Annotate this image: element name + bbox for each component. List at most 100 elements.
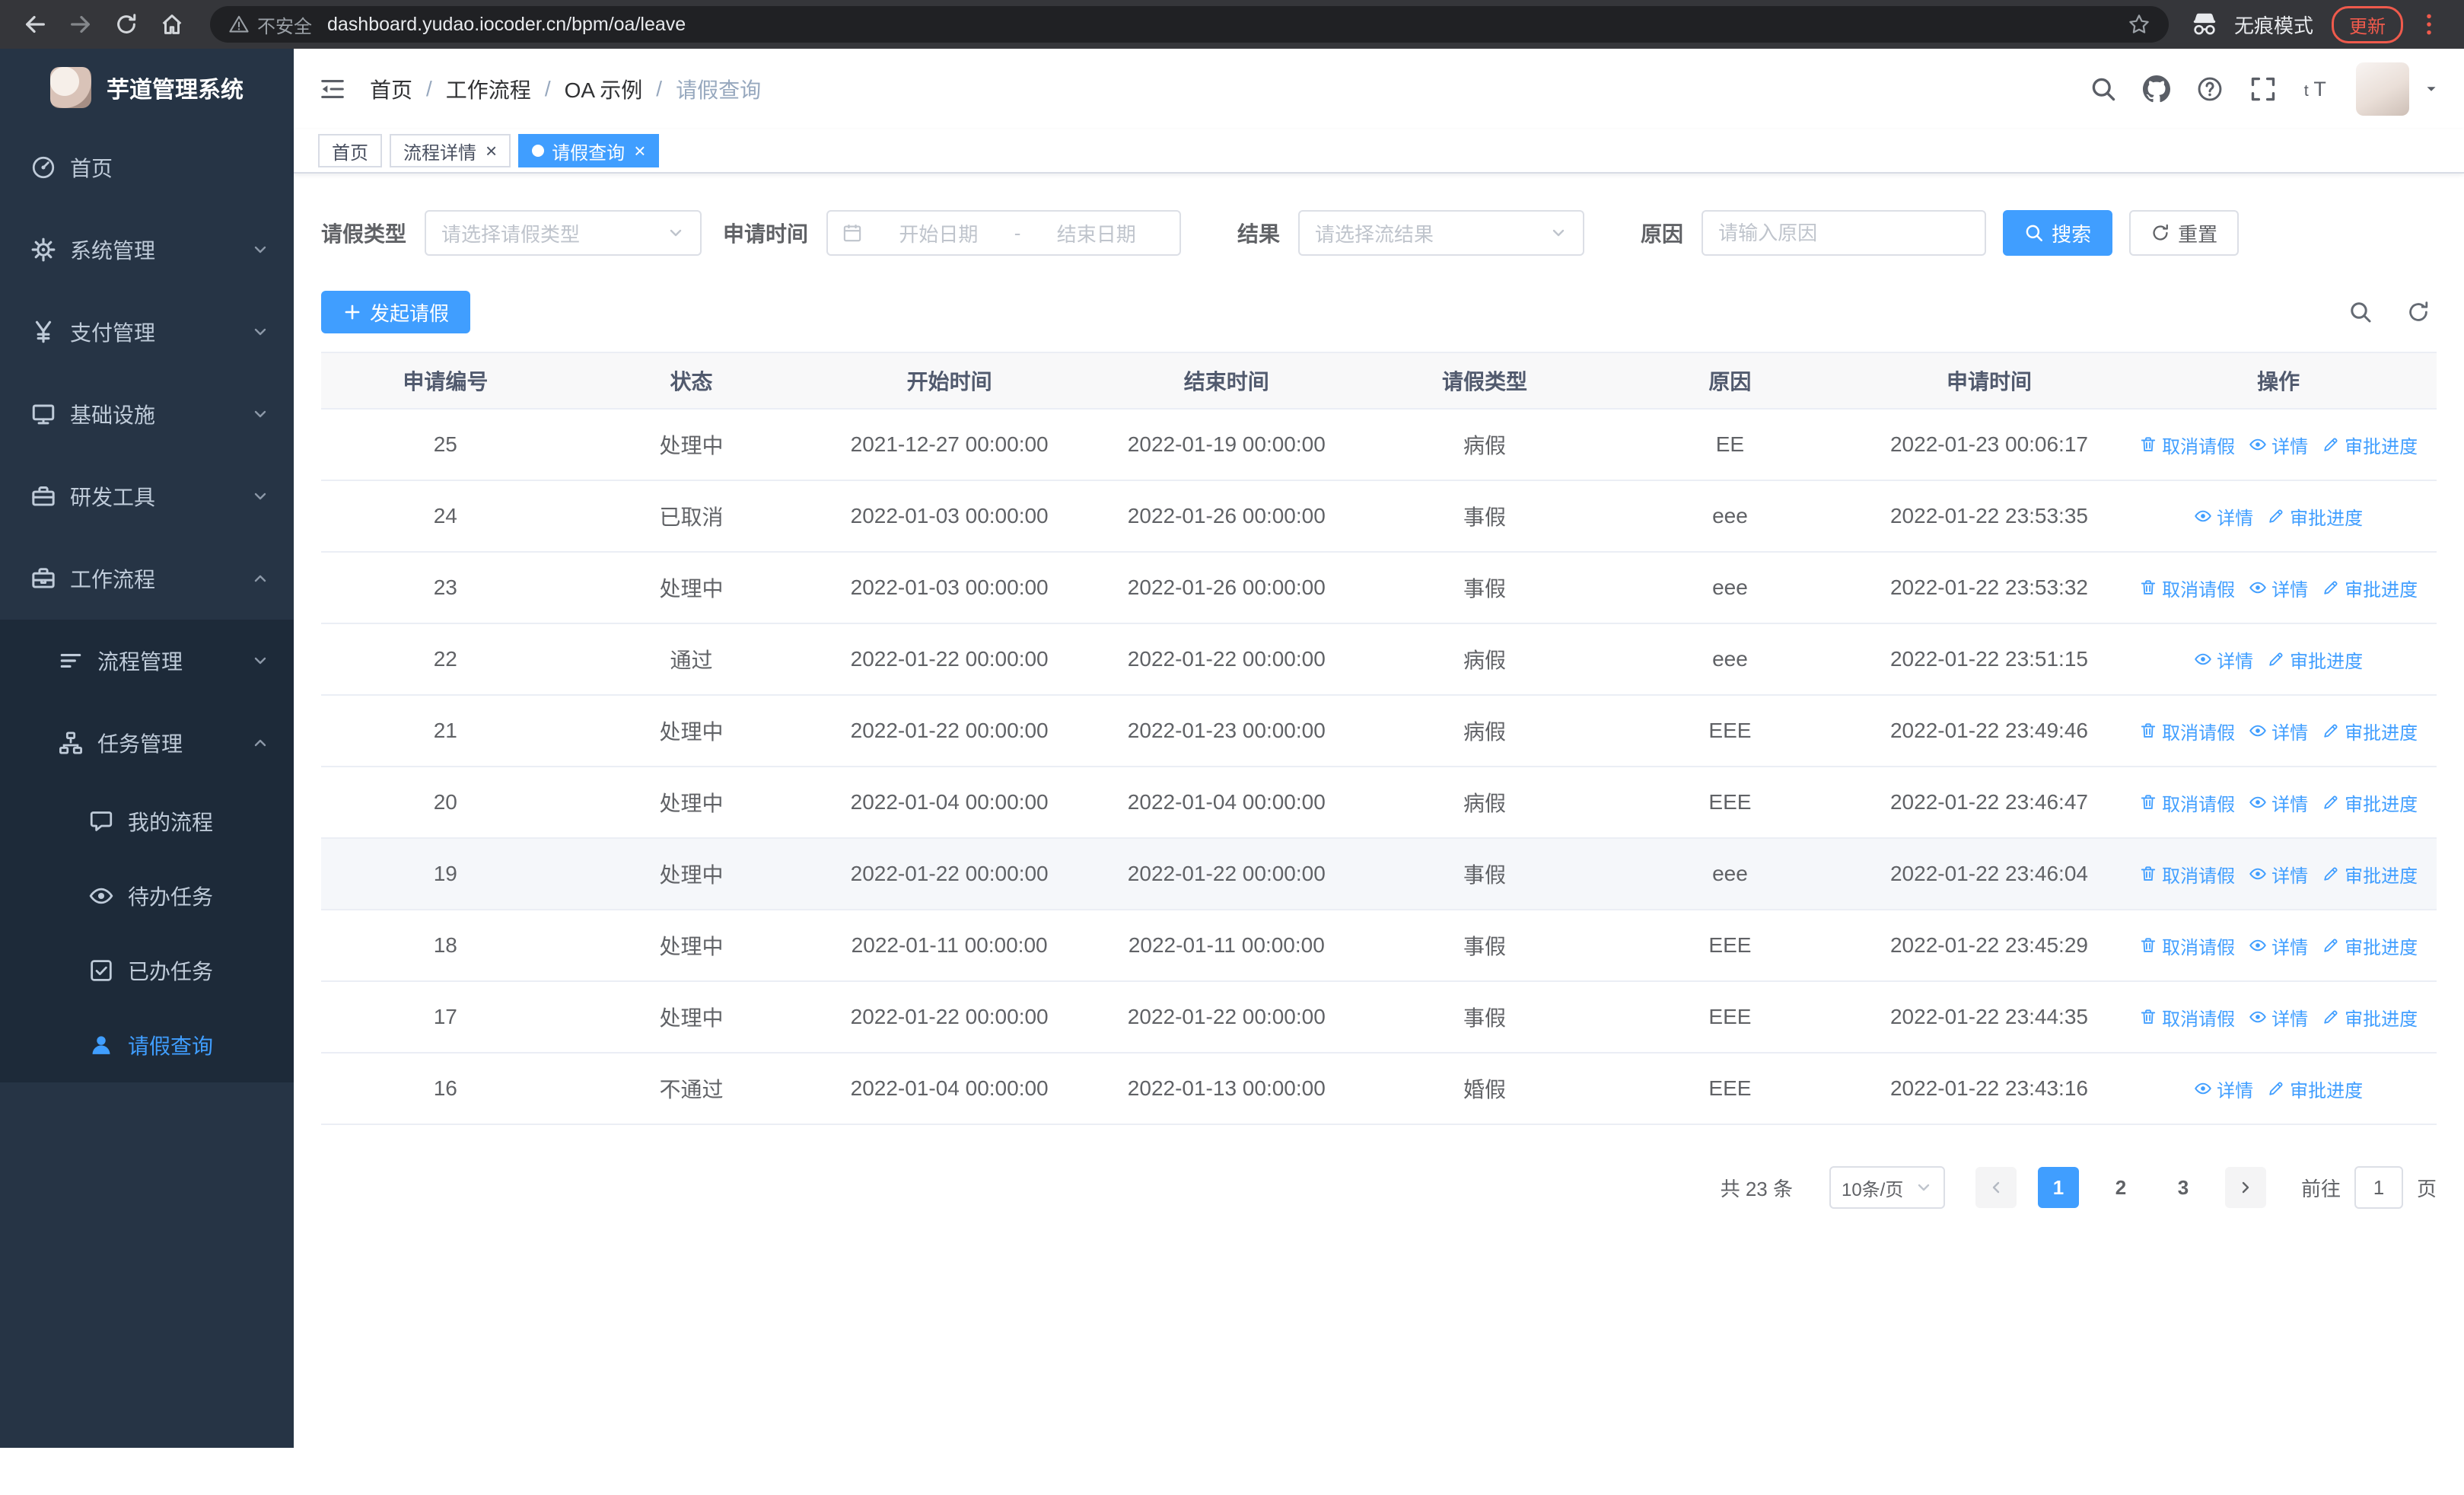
- detail-link[interactable]: 详情: [2249, 1004, 2308, 1031]
- detail-link[interactable]: 详情: [2249, 789, 2308, 816]
- breadcrumb-item[interactable]: OA 示例: [565, 74, 643, 104]
- avatar-caret-icon[interactable]: [2423, 81, 2440, 97]
- next-page-button[interactable]: [2224, 1167, 2266, 1208]
- approval-progress-link[interactable]: 审批进度: [2322, 861, 2418, 888]
- cancel-leave-link[interactable]: 取消请假: [2139, 432, 2235, 458]
- refresh-table-icon[interactable]: [2406, 300, 2431, 324]
- reset-button[interactable]: 重置: [2129, 210, 2240, 256]
- detail-link[interactable]: 详情: [2249, 932, 2308, 959]
- reason-input[interactable]: [1702, 210, 1987, 256]
- github-icon[interactable]: [2143, 75, 2170, 103]
- cell-actions: 取消请假 详情 审批进度: [2120, 767, 2437, 839]
- address-bar[interactable]: 不安全 dashboard.yudao.iocoder.cn/bpm/oa/le…: [210, 6, 2169, 43]
- detail-link[interactable]: 详情: [2249, 718, 2308, 744]
- apply-time-range-picker[interactable]: 开始日期 - 结束日期: [826, 210, 1182, 256]
- cell-start-time: 2021-12-27 00:00:00: [813, 409, 1086, 481]
- approval-progress-link[interactable]: 审批进度: [2267, 1076, 2363, 1102]
- browser-update-button[interactable]: 更新: [2332, 5, 2403, 43]
- close-tab-icon[interactable]: ×: [485, 141, 497, 161]
- avatar[interactable]: [2356, 62, 2409, 116]
- goto-page-input[interactable]: [2354, 1166, 2403, 1209]
- edit-icon: [2267, 1079, 2285, 1098]
- detail-link[interactable]: 详情: [2249, 575, 2308, 601]
- browser-back-icon[interactable]: [15, 5, 55, 44]
- detail-link[interactable]: 详情: [2249, 861, 2308, 888]
- trash-icon: [2139, 1008, 2157, 1026]
- page-button-1[interactable]: 1: [2037, 1167, 2079, 1208]
- detail-link[interactable]: 详情: [2194, 1076, 2253, 1102]
- sidebar-item-devtools[interactable]: 研发工具: [0, 455, 294, 537]
- page-size-select[interactable]: 10条/页: [1829, 1166, 1945, 1209]
- result-select[interactable]: 请选择流结果: [1298, 210, 1585, 256]
- sidebar-item-infrastructure[interactable]: 基础设施: [0, 373, 294, 455]
- cancel-leave-link[interactable]: 取消请假: [2139, 718, 2235, 744]
- cell-actions: 取消请假 详情 审批进度: [2120, 409, 2437, 481]
- page-button-3[interactable]: 3: [2162, 1167, 2204, 1208]
- search-button[interactable]: 搜索: [2003, 210, 2113, 256]
- approval-progress-link[interactable]: 审批进度: [2322, 1004, 2418, 1031]
- sidebar-item-done-task[interactable]: 已办任务: [0, 933, 294, 1008]
- approval-progress-link[interactable]: 审批进度: [2322, 575, 2418, 601]
- cell-actions: 详情 审批进度: [2120, 480, 2437, 553]
- sidebar-item-task-mgmt[interactable]: 任务管理: [0, 702, 294, 784]
- sidebar-collapse-icon[interactable]: [318, 75, 347, 104]
- detail-link[interactable]: 详情: [2249, 432, 2308, 458]
- cell-end-time: 2022-01-22 00:00:00: [1085, 838, 1367, 910]
- prev-page-button[interactable]: [1975, 1167, 2017, 1208]
- approval-progress-link[interactable]: 审批进度: [2267, 646, 2363, 673]
- incognito-icon: [2190, 10, 2219, 39]
- browser-menu-icon[interactable]: [2409, 5, 2449, 44]
- browser-home-icon[interactable]: [152, 5, 192, 44]
- approval-progress-link[interactable]: 审批进度: [2322, 432, 2418, 458]
- browser-forward-icon[interactable]: [61, 5, 100, 44]
- table-row: 23 处理中 2022-01-03 00:00:00 2022-01-26 00:00…: [321, 552, 2437, 624]
- detail-link[interactable]: 详情: [2194, 646, 2253, 673]
- breadcrumb-item[interactable]: 首页: [370, 74, 412, 104]
- bookmark-star-icon[interactable]: [2128, 13, 2150, 36]
- sidebar-item-workflow[interactable]: 工作流程: [0, 537, 294, 620]
- sidebar-item-process-mgmt[interactable]: 流程管理: [0, 620, 294, 702]
- browser-reload-icon[interactable]: [107, 5, 146, 44]
- breadcrumb-item[interactable]: 工作流程: [446, 74, 531, 104]
- create-leave-button[interactable]: 发起请假: [321, 291, 471, 333]
- sidebar-item-label: 系统管理: [70, 239, 156, 263]
- header-search-icon[interactable]: [2090, 75, 2117, 103]
- help-icon[interactable]: [2196, 75, 2224, 103]
- leave-type-select[interactable]: 请选择请假类型: [425, 210, 702, 256]
- approval-progress-link[interactable]: 审批进度: [2322, 932, 2418, 959]
- sidebar-item-system[interactable]: 系统管理: [0, 209, 294, 291]
- sidebar-item-my-process[interactable]: 我的流程: [0, 784, 294, 859]
- sidebar-item-home[interactable]: 首页: [0, 126, 294, 209]
- cell-actions: 取消请假 详情 审批进度: [2120, 981, 2437, 1054]
- chevron-up-icon: [251, 734, 269, 752]
- approval-progress-link[interactable]: 审批进度: [2267, 503, 2363, 530]
- cell-apply-time: 2022-01-22 23:53:32: [1858, 552, 2121, 624]
- cell-end-time: 2022-01-23 00:00:00: [1085, 695, 1367, 767]
- cancel-leave-link[interactable]: 取消请假: [2139, 1004, 2235, 1031]
- cancel-leave-link[interactable]: 取消请假: [2139, 861, 2235, 888]
- cancel-leave-link[interactable]: 取消请假: [2139, 932, 2235, 959]
- toggle-search-icon[interactable]: [2348, 300, 2373, 324]
- cell-apply-time: 2022-01-22 23:46:04: [1858, 838, 2121, 910]
- tab-leave-query[interactable]: 请假查询 ×: [518, 134, 660, 167]
- eye-icon: [2194, 650, 2212, 668]
- sidebar-item-leave-query[interactable]: 请假查询: [0, 1008, 294, 1082]
- approval-progress-link[interactable]: 审批进度: [2322, 718, 2418, 744]
- chevron-left-icon: [1987, 1178, 2005, 1197]
- cancel-leave-link[interactable]: 取消请假: [2139, 575, 2235, 601]
- sidebar-item-todo-task[interactable]: 待办任务: [0, 859, 294, 933]
- approval-progress-link[interactable]: 审批进度: [2322, 789, 2418, 816]
- tab-process-detail[interactable]: 流程详情 ×: [390, 134, 511, 167]
- tab-home[interactable]: 首页: [318, 134, 382, 167]
- app-header: 首页 / 工作流程 / OA 示例 / 请假查询 tT: [294, 49, 2464, 129]
- cancel-leave-link[interactable]: 取消请假: [2139, 789, 2235, 816]
- fullscreen-icon[interactable]: [2249, 75, 2277, 103]
- app-logo[interactable]: 芋道管理系统: [0, 49, 294, 126]
- detail-link[interactable]: 详情: [2194, 503, 2253, 530]
- font-size-icon[interactable]: tT: [2303, 75, 2330, 103]
- table-toolbar: 发起请假: [321, 291, 2437, 333]
- close-tab-icon[interactable]: ×: [634, 141, 645, 161]
- sidebar-item-payment[interactable]: 支付管理: [0, 291, 294, 373]
- org-icon: [58, 730, 84, 756]
- page-button-2[interactable]: 2: [2099, 1167, 2141, 1208]
